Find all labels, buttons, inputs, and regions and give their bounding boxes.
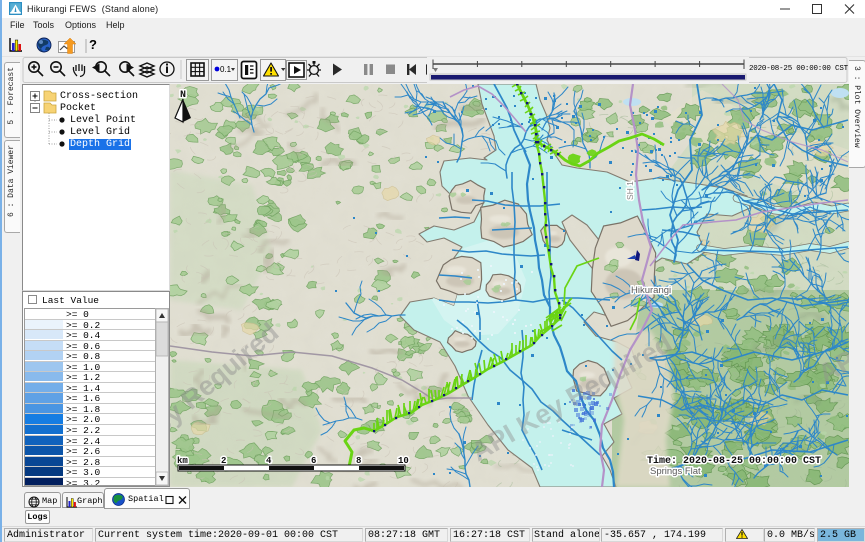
- svg-text:Hikurangi: Hikurangi: [631, 285, 671, 296]
- svg-text:SH 1: SH 1: [625, 181, 635, 200]
- svg-text:km: km: [177, 456, 188, 466]
- svg-text:4: 4: [266, 456, 272, 466]
- svg-text:6: 6: [311, 456, 316, 466]
- svg-text:10: 10: [398, 456, 409, 466]
- svg-text:0.1: 0.1: [220, 65, 232, 74]
- svg-text:Springs Flat: Springs Flat: [650, 466, 701, 477]
- svg-text:2: 2: [221, 456, 226, 466]
- svg-text:Time: 2020-08-25 00:00:00 CST: Time: 2020-08-25 00:00:00 CST: [647, 455, 821, 467]
- svg-text:8: 8: [356, 456, 361, 466]
